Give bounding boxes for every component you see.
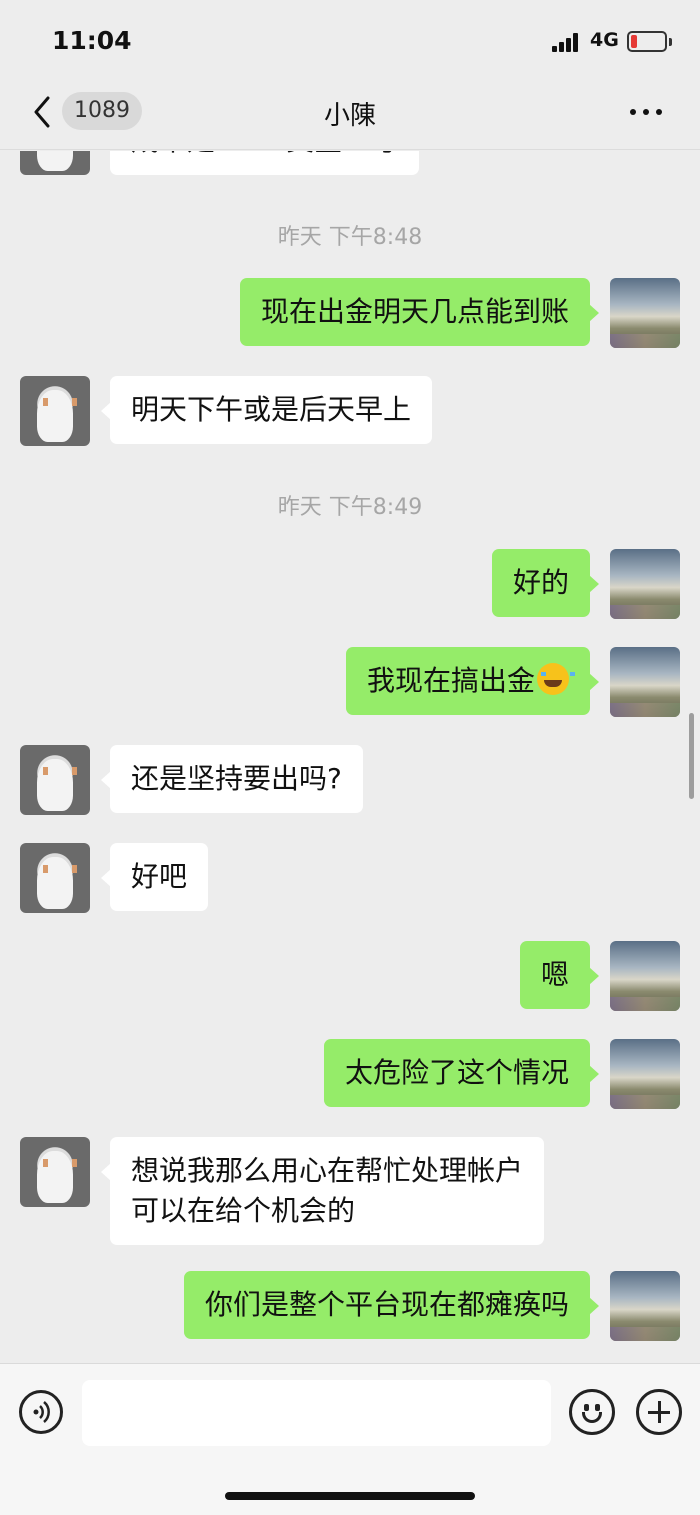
home-indicator[interactable] [225, 1492, 475, 1500]
message-bubble-sent[interactable]: 太危险了这个情况 [323, 1039, 600, 1107]
my-avatar[interactable] [610, 1039, 680, 1109]
contact-avatar[interactable] [20, 843, 90, 913]
my-avatar[interactable] [610, 647, 680, 717]
unread-count-badge[interactable]: 1089 [62, 92, 142, 130]
message-text: 我现在搞出金 [366, 664, 535, 697]
message-bubble-received[interactable]: 明天下午或是后天早上 [100, 376, 433, 444]
more-button[interactable] [626, 102, 666, 122]
status-time: 11:04 [52, 26, 132, 55]
signal-icon [552, 32, 584, 52]
contact-avatar[interactable] [20, 151, 90, 175]
my-avatar[interactable] [610, 549, 680, 619]
my-avatar[interactable] [610, 1271, 680, 1341]
battery-icon [627, 31, 672, 52]
message-line: 想说我那么用心在帮忙处理帐户 [131, 1154, 524, 1187]
chat-messages[interactable]: 成本是 100 美金一号 昨天 下午8:48 现在出金明天几点能到账 明天下午或… [0, 151, 700, 1362]
message-bubble-sent[interactable]: 我现在搞出金 [345, 647, 600, 715]
message-bubble-received[interactable]: 想说我那么用心在帮忙处理帐户 可以在给个机会的 [100, 1137, 545, 1245]
message-input[interactable] [82, 1380, 551, 1446]
message-timestamp: 昨天 下午8:49 [277, 495, 423, 520]
input-bar [0, 1363, 700, 1515]
message-line: 可以在给个机会的 [131, 1194, 356, 1227]
back-button[interactable] [30, 94, 60, 130]
message-bubble-sent[interactable]: 好的 [491, 549, 600, 617]
contact-avatar[interactable] [20, 745, 90, 815]
scrollbar[interactable] [689, 713, 694, 799]
status-bar: 11:04 4G [0, 0, 700, 80]
chevron-left-icon [34, 96, 50, 128]
message-bubble-received[interactable]: 成本是 100 美金一号 [110, 151, 420, 175]
message-timestamp: 昨天 下午8:48 [277, 225, 423, 250]
emoji-button[interactable] [569, 1389, 615, 1435]
message-bubble-sent[interactable]: 你们是整个平台现在都瘫痪吗 [183, 1271, 600, 1339]
laughing-crying-face-icon [537, 663, 575, 695]
message-bubble-received[interactable]: 好吧 [100, 843, 209, 911]
more-options-button[interactable] [636, 1389, 682, 1435]
contact-avatar[interactable] [20, 376, 90, 446]
network-type: 4G [590, 29, 619, 51]
nav-bar: 1089 小陳 [0, 80, 700, 150]
my-avatar[interactable] [610, 941, 680, 1011]
contact-avatar[interactable] [20, 1137, 90, 1207]
message-bubble-sent[interactable]: 嗯 [519, 941, 600, 1009]
voice-button[interactable] [19, 1390, 63, 1434]
message-bubble-received[interactable]: 还是坚持要出吗? [101, 745, 363, 813]
my-avatar[interactable] [610, 278, 680, 348]
message-bubble-sent[interactable]: 现在出金明天几点能到账 [239, 278, 600, 346]
voice-icon [33, 1401, 50, 1423]
